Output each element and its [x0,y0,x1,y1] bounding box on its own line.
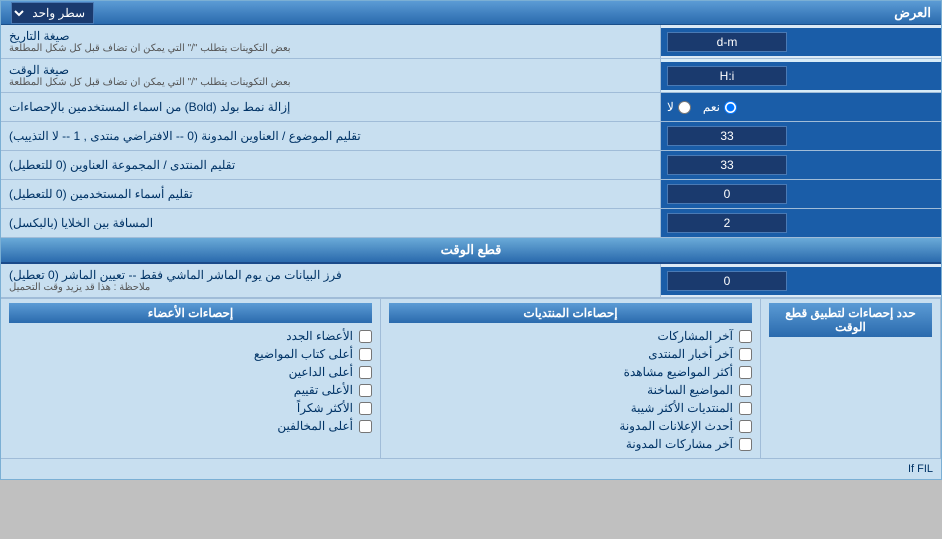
gap-cells-input-wrapper [661,209,941,237]
stat-item: آخر أخبار المنتدى [389,345,752,363]
main-container: العرض سطر واحد صيغة التاريخ بعض التكوينا… [0,0,942,480]
header-dropdown-wrapper[interactable]: سطر واحد [1,2,94,24]
time-format-row: صيغة الوقت بعض التكوينات يتطلب "/" التي … [1,59,941,93]
cutoff-input-wrapper [661,267,941,295]
stat-checkbox-forum-1[interactable] [739,348,752,361]
user-names-input[interactable] [667,184,787,204]
stat-checkbox-member-3[interactable] [359,384,372,397]
stat-item: الأعلى تقييم [9,381,372,399]
gap-cells-row: المسافة بين الخلايا (بالبكسل) [1,209,941,238]
bold-yes-radio[interactable] [724,101,737,114]
time-format-label: صيغة الوقت بعض التكوينات يتطلب "/" التي … [1,59,661,92]
stat-checkbox-member-1[interactable] [359,348,372,361]
display-dropdown[interactable]: سطر واحد [11,2,94,24]
stat-checkbox-forum-4[interactable] [739,402,752,415]
date-format-input-wrapper [661,28,941,56]
topic-order-input-wrapper [661,122,941,150]
stat-checkbox-forum-0[interactable] [739,330,752,343]
cutoff-section-header: قطع الوقت [1,238,941,264]
bold-radio-group: نعم لا [667,100,737,114]
stats-col-forums-header: إحصاءات المنتديات [389,303,752,323]
stat-checkbox-forum-5[interactable] [739,420,752,433]
cutoff-row: فرز البيانات من يوم الماشر الماشي فقط --… [1,264,941,298]
user-names-row: تقليم أسماء المستخدمين (0 للتعطيل) [1,180,941,209]
stats-section: حدد إحصاءات لتطبيق قطع الوقت إحصاءات الم… [1,298,941,458]
stat-item: أعلى الداعين [9,363,372,381]
stat-item: المواضيع الساخنة [389,381,752,399]
cutoff-input[interactable] [667,271,787,291]
stat-item: المنتديات الأكثر شيبة [389,399,752,417]
topic-order-label: تقليم الموضوع / العناوين المدونة (0 -- ا… [1,122,661,150]
bold-remove-input-wrapper: نعم لا [661,93,941,121]
stat-checkbox-member-5[interactable] [359,420,372,433]
date-format-input[interactable] [667,32,787,52]
stat-item: أعلى المخالفين [9,417,372,435]
user-names-label: تقليم أسماء المستخدمين (0 للتعطيل) [1,180,661,208]
bold-no-radio[interactable] [678,101,691,114]
bold-remove-row: نعم لا إزالة نمط بولد (Bold) من اسماء ال… [1,93,941,122]
cutoff-label: فرز البيانات من يوم الماشر الماشي فقط --… [1,264,661,297]
stat-checkbox-forum-6[interactable] [739,438,752,451]
bold-no-label[interactable]: لا [667,100,691,114]
stat-item: أحدث الإعلانات المدونة [389,417,752,435]
stat-checkbox-member-4[interactable] [359,402,372,415]
stat-item: الأعضاء الجدد [9,327,372,345]
forum-order-input-wrapper [661,151,941,179]
stat-item: الأكثر شكراً [9,399,372,417]
left-panel: حدد إحصاءات لتطبيق قطع الوقت [761,299,941,458]
stat-checkbox-forum-3[interactable] [739,384,752,397]
stat-checkbox-member-2[interactable] [359,366,372,379]
time-format-input-wrapper [661,62,941,90]
bold-remove-label: إزالة نمط بولد (Bold) من اسماء المستخدمي… [1,93,661,121]
stats-col-forums: إحصاءات المنتديات آخر المشاركات آخر أخبا… [381,299,761,458]
bottom-note: If FIL [1,458,941,479]
user-names-input-wrapper [661,180,941,208]
time-format-input[interactable] [667,66,787,86]
gap-cells-input[interactable] [667,213,787,233]
topic-order-row: تقليم الموضوع / العناوين المدونة (0 -- ا… [1,122,941,151]
forum-order-label: تقليم المنتدى / المجموعة العناوين (0 للت… [1,151,661,179]
stat-checkbox-member-0[interactable] [359,330,372,343]
stat-item: أكثر المواضيع مشاهدة [389,363,752,381]
date-format-label: صيغة التاريخ بعض التكوينات يتطلب "/" الت… [1,25,661,58]
date-format-row: صيغة التاريخ بعض التكوينات يتطلب "/" الت… [1,25,941,59]
bold-yes-label[interactable]: نعم [703,100,737,114]
stat-item: آخر المشاركات [389,327,752,345]
header-row: العرض سطر واحد [1,1,941,25]
header-label: العرض [94,5,941,21]
stats-col-members-header: إحصاءات الأعضاء [9,303,372,323]
stat-item: أعلى كتاب المواضيع [9,345,372,363]
forum-order-row: تقليم المنتدى / المجموعة العناوين (0 للت… [1,151,941,180]
stats-col-members: إحصاءات الأعضاء الأعضاء الجدد أعلى كتاب … [1,299,381,458]
gap-cells-label: المسافة بين الخلايا (بالبكسل) [1,209,661,237]
forum-order-input[interactable] [667,155,787,175]
stat-item: آخر مشاركات المدونة [389,435,752,453]
topic-order-input[interactable] [667,126,787,146]
left-panel-header: حدد إحصاءات لتطبيق قطع الوقت [769,303,932,337]
stat-checkbox-forum-2[interactable] [739,366,752,379]
